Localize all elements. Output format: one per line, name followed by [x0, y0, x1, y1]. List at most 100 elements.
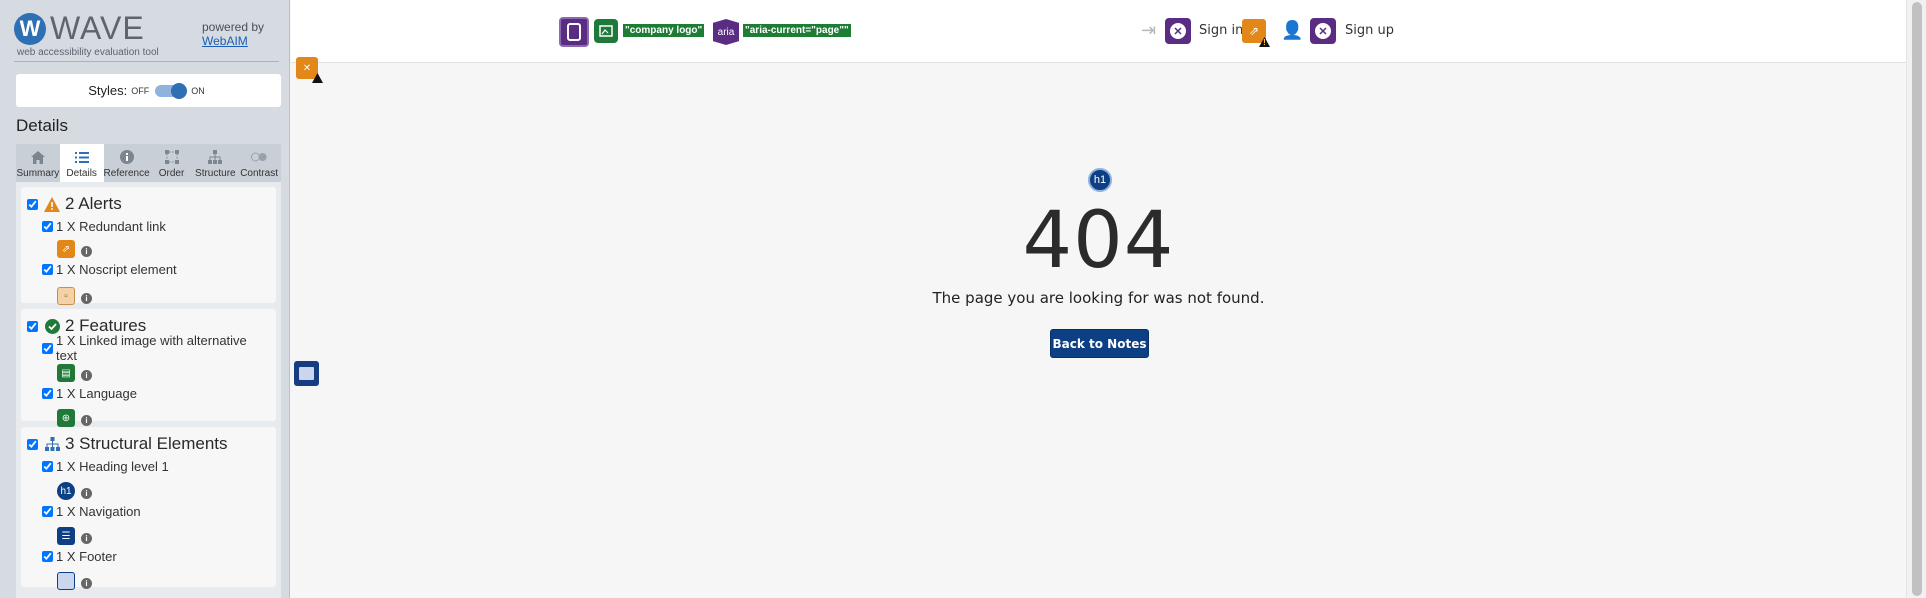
noscript-alert-icon[interactable]: ✕ — [296, 57, 323, 83]
alerts-checkbox[interactable] — [27, 198, 38, 210]
tab-structure-label: Structure — [195, 168, 236, 179]
sign-in-link[interactable]: Sign in — [1199, 23, 1243, 38]
tab-order-label: Order — [158, 168, 185, 179]
home-icon — [30, 149, 46, 165]
info-icon[interactable]: i — [81, 533, 92, 544]
webaim-link[interactable]: WebAIM — [202, 34, 264, 48]
list-item: 1 X Navigation ☰ i — [27, 503, 270, 545]
tab-reference-label: Reference — [103, 168, 150, 179]
redundant-link-icon[interactable]: ⇗ — [57, 240, 75, 258]
page-scrollbar[interactable] — [1906, 0, 1926, 598]
styles-off-label: OFF — [131, 85, 150, 96]
error-icon[interactable]: ✕ — [1310, 18, 1336, 44]
wave-sidebar: W WAVE web accessibility evaluation tool… — [0, 0, 290, 598]
alerts-header: 2 Alerts — [27, 193, 270, 215]
linked-image-icon[interactable] — [594, 19, 618, 43]
header-divider — [14, 61, 279, 62]
noscript-icon[interactable]: ▫ — [57, 287, 75, 305]
navigation-checkbox[interactable] — [42, 505, 53, 517]
heading-h1-icon[interactable]: h1 — [57, 482, 75, 500]
structure-header: 3 Structural Elements — [27, 433, 270, 455]
structure-section: 3 Structural Elements 1 X Heading level … — [21, 427, 276, 590]
styles-label: Styles: — [88, 83, 128, 98]
info-icon[interactable]: i — [81, 488, 92, 499]
footer-label[interactable]: 1 X Footer — [56, 549, 117, 564]
error-code-heading: 404 — [1022, 196, 1175, 286]
linked-image-checkbox[interactable] — [42, 342, 53, 354]
tab-contrast[interactable]: Contrast — [237, 144, 281, 182]
heading-label[interactable]: 1 X Heading level 1 — [56, 459, 169, 474]
info-icon[interactable]: i — [81, 578, 92, 589]
order-icon — [164, 149, 180, 165]
features-checkbox[interactable] — [27, 320, 38, 332]
navigation-icon[interactable]: ☰ — [57, 527, 75, 545]
error-icon[interactable]: ✕ — [1165, 18, 1191, 44]
linked-image-label[interactable]: 1 X Linked image with alternative text — [56, 333, 270, 363]
list-item: 1 X Footer i — [27, 548, 270, 590]
styles-on-label: ON — [191, 85, 205, 96]
list-item: 1 X Language ⊕ i — [27, 385, 270, 427]
structure-icon — [207, 149, 223, 165]
info-icon[interactable]: i — [81, 293, 92, 304]
list-item: 1 X Linked image with alternative text ▤… — [27, 333, 270, 382]
redundant-link-checkbox[interactable] — [42, 220, 53, 232]
tab-details-label: Details — [66, 168, 97, 179]
info-icon[interactable]: i — [81, 246, 92, 257]
wave-header: W WAVE web accessibility evaluation tool… — [0, 0, 289, 64]
language-checkbox[interactable] — [42, 387, 53, 399]
redundant-link-alert-icon[interactable]: ⇗ — [1242, 19, 1266, 43]
noscript-checkbox[interactable] — [42, 263, 53, 275]
info-icon[interactable]: i — [81, 370, 92, 381]
features-section: 2 Features 1 X Linked image with alterna… — [21, 309, 276, 427]
tab-reference[interactable]: Reference — [104, 144, 150, 182]
styles-toggle[interactable] — [155, 82, 188, 99]
list-icon — [74, 149, 90, 165]
structure-tree-icon — [44, 436, 60, 452]
noscript-label[interactable]: 1 X Noscript element — [56, 262, 177, 277]
footer-icon[interactable] — [57, 572, 75, 590]
info-icon[interactable]: i — [81, 415, 92, 426]
navigation-region-icon[interactable] — [559, 17, 589, 47]
details-heading: Details — [16, 116, 68, 135]
alerts-title: 2 Alerts — [65, 194, 122, 213]
warning-icon — [44, 196, 60, 212]
add-user-icon: 👤 — [1281, 20, 1304, 40]
structure-title: 3 Structural Elements — [65, 434, 228, 453]
structure-checkbox[interactable] — [27, 438, 38, 450]
list-item: 1 X Heading level 1 h1 i — [27, 458, 270, 500]
tab-summary[interactable]: Summary — [16, 144, 60, 182]
tab-order[interactable]: Order — [150, 144, 194, 182]
redundant-link-label[interactable]: 1 X Redundant link — [56, 219, 166, 234]
alerts-section: 2 Alerts 1 X Redundant link ⇗ i 1 X Nosc… — [21, 187, 276, 305]
globe-icon[interactable]: ⊕ — [57, 409, 75, 427]
styles-toggle-box: Styles: OFF ON — [16, 74, 281, 107]
language-label[interactable]: 1 X Language — [56, 386, 137, 401]
back-to-notes-button[interactable]: Back to Notes — [1050, 329, 1149, 358]
list-item: 1 X Redundant link ⇗ i — [27, 218, 270, 258]
wave-tagline: web accessibility evaluation tool — [17, 47, 159, 58]
navigation-label[interactable]: 1 X Navigation — [56, 504, 141, 519]
wave-logo-text: WAVE — [50, 10, 145, 46]
heading-checkbox[interactable] — [42, 460, 53, 472]
tab-details[interactable]: Details — [59, 144, 104, 182]
aria-icon[interactable]: aria — [713, 19, 739, 45]
scrollbar-thumb[interactable] — [1912, 2, 1922, 596]
powered-by: powered by WebAIM — [202, 20, 264, 48]
linked-image-icon[interactable]: ▤ — [57, 364, 75, 382]
heading-h1-icon[interactable]: h1 — [1088, 168, 1112, 192]
tab-contrast-label: Contrast — [240, 168, 278, 179]
aria-current-label: "aria-current="page"" — [743, 24, 851, 37]
wave-logo[interactable]: W WAVE — [14, 10, 145, 47]
page-content: "company logo" aria "aria-current="page"… — [291, 0, 1906, 598]
list-item: 1 X Noscript element ▫ i — [27, 261, 270, 305]
tab-structure[interactable]: Structure — [193, 144, 237, 182]
sign-up-link[interactable]: Sign up — [1345, 23, 1394, 38]
details-panel: 2 Alerts 1 X Redundant link ⇗ i 1 X Nosc… — [16, 182, 281, 598]
contrast-icon — [251, 149, 267, 165]
powered-by-text: powered by — [202, 20, 265, 34]
check-circle-icon — [44, 318, 60, 334]
footer-checkbox[interactable] — [42, 550, 53, 562]
site-header: "company logo" aria "aria-current="page"… — [291, 0, 1906, 63]
company-logo-alt-label: "company logo" — [623, 24, 705, 37]
footer-region-icon[interactable] — [294, 361, 319, 386]
